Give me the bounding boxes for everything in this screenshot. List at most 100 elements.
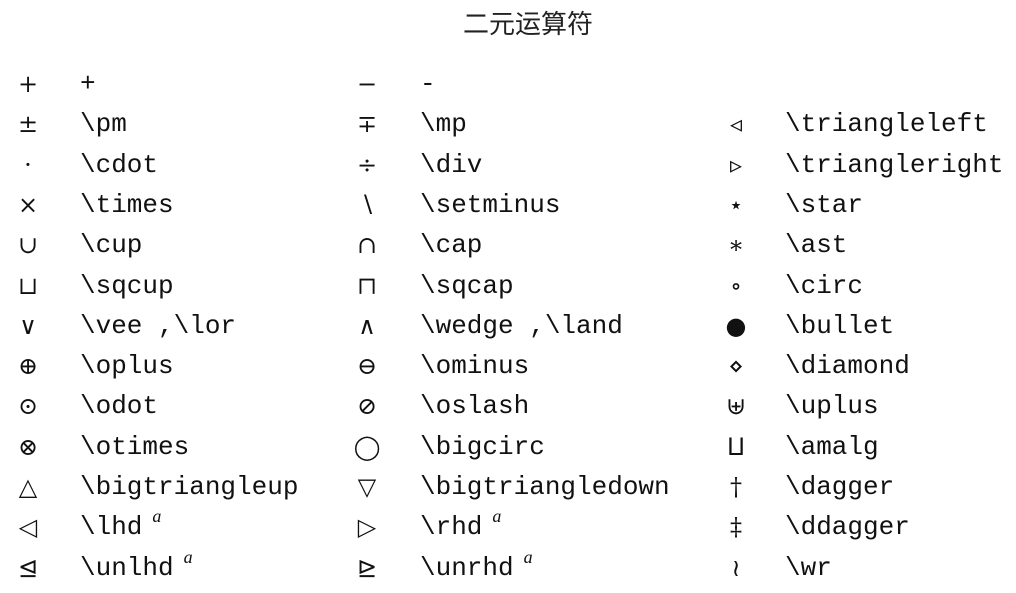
symbol-glyph: ⊖ — [356, 352, 378, 381]
symbol-glyph: ⊗ — [17, 432, 39, 461]
command-text: \div — [420, 149, 483, 180]
latex-command: \sqcap — [420, 266, 514, 306]
latex-command: \cup — [80, 225, 142, 265]
command-text: \vee ,\lor — [80, 310, 237, 341]
command-text: - — [420, 69, 436, 99]
latex-command: \ominus — [420, 346, 529, 386]
command-text: \wr — [785, 552, 832, 583]
command-text: \ast — [785, 230, 848, 261]
symbol-glyph: ⋄ — [728, 352, 744, 381]
command-text: \mp — [420, 109, 467, 140]
latex-command: \bigcirc — [420, 427, 545, 467]
latex-command: \ddagger — [785, 507, 910, 547]
command-text: \setminus — [420, 189, 561, 220]
command-text: \bigtriangledown — [420, 472, 670, 502]
table-row: · \cdot ÷ \div ▹ \triangleright — [0, 145, 1016, 185]
command-text: \pm — [80, 109, 127, 140]
latex-command: \oslash — [420, 386, 529, 426]
symbol-glyph: ∨ — [19, 311, 37, 340]
table-row: ∪ \cup ∩ \cap ∗ \ast — [0, 225, 1016, 265]
latex-command: \oplus — [80, 346, 174, 386]
command-text: \oslash — [420, 391, 530, 422]
symbol-glyph: ∓ — [356, 110, 378, 139]
command-text: \cap — [420, 230, 483, 261]
symbol-glyph: △ — [18, 473, 38, 501]
latex-command: \wr — [785, 548, 832, 588]
latex-command: \odot — [80, 386, 158, 426]
command-text: \otimes — [80, 431, 190, 462]
command-text: \cdot — [80, 149, 159, 180]
symbol-glyph: × — [17, 190, 39, 219]
command-text: \sqcap — [420, 270, 514, 301]
symbol-glyph: ◃ — [729, 110, 743, 139]
command-text: \circ — [785, 270, 864, 301]
table-row: ⊴ \unlhd a ⊵ \unrhd a ≀ \wr — [0, 546, 1016, 589]
symbol-glyph: ⋆ — [728, 190, 744, 219]
latex-command: \bullet — [785, 306, 894, 346]
symbol-glyph: + — [17, 70, 39, 98]
command-text: \ominus — [420, 351, 530, 382]
symbol-glyph: ⊙ — [17, 392, 39, 421]
latex-command: \mp — [420, 104, 467, 144]
symbol-glyph: † — [730, 473, 742, 501]
latex-command: \triangleright — [785, 145, 1003, 185]
table-row: ∨ \vee ,\lor ∧ \wedge ,\land ● \bullet — [0, 306, 1016, 346]
command-text: \odot — [80, 391, 159, 422]
symbol-glyph: ∖ — [359, 190, 375, 219]
symbol-glyph: ⨿ — [727, 432, 745, 461]
command-text: \diamond — [785, 351, 910, 382]
latex-command: \circ — [785, 266, 863, 306]
latex-command: \uplus — [785, 386, 879, 426]
command-text: \bullet — [785, 310, 895, 341]
command-text: \rhd — [420, 512, 483, 543]
latex-command: \bigtriangleup — [80, 467, 298, 507]
latex-command: \bigtriangledown — [420, 467, 670, 507]
symbol-glyph: ⊔ — [17, 271, 39, 300]
latex-command: \vee ,\lor — [80, 306, 236, 346]
command-text: \star — [785, 189, 864, 220]
latex-command: \lhd a — [80, 506, 162, 548]
latex-command: \sqcup — [80, 266, 174, 306]
command-text: \unlhd — [80, 552, 174, 583]
latex-command: - — [420, 64, 436, 104]
command-text: \wedge ,\land — [420, 310, 623, 341]
command-text: \times — [80, 189, 174, 220]
symbol-glyph: ◁ — [18, 513, 38, 542]
table-row: ⊔ \sqcup ⊓ \sqcap ∘ \circ — [0, 266, 1016, 306]
symbol-glyph: ÷ — [356, 150, 378, 179]
symbol-glyph: ⊘ — [356, 392, 378, 421]
symbol-glyph: ‡ — [730, 513, 742, 542]
latex-command: \amalg — [785, 427, 879, 467]
table-row: ◁ \lhd a ▷ \rhd a ‡ \ddagger — [0, 506, 1016, 548]
symbol-glyph: ⊕ — [17, 352, 39, 381]
latex-command: \div — [420, 145, 482, 185]
latex-command: \triangleleft — [785, 104, 988, 144]
symbol-glyph: ▹ — [729, 150, 743, 179]
symbol-glyph: ◯ — [353, 432, 381, 461]
command-text: \triangleright — [785, 149, 1004, 180]
footnote-mark: a — [492, 506, 502, 527]
symbol-glyph: ≀ — [731, 553, 741, 582]
symbol-glyph: ∘ — [730, 271, 742, 300]
symbol-glyph: · — [24, 150, 32, 179]
latex-command: \unrhd a — [420, 547, 533, 589]
page-title: 二元运算符 — [462, 10, 593, 40]
latex-command: \otimes — [80, 427, 189, 467]
command-text: \uplus — [785, 391, 879, 422]
latex-command: \star — [785, 185, 863, 225]
symbol-glyph: ∩ — [356, 231, 378, 260]
table-row: △ \bigtriangleup ▽ \bigtriangledown † \dagger — [0, 467, 1016, 507]
symbol-glyph: ⊓ — [356, 271, 378, 300]
command-text: + — [80, 69, 96, 99]
footnote-mark: a — [152, 506, 162, 527]
symbol-glyph: ⊵ — [356, 553, 378, 582]
symbol-glyph: ⊎ — [725, 392, 747, 421]
command-text: \oplus — [80, 351, 174, 382]
symbol-glyph: ∗ — [727, 231, 745, 260]
command-text: \dagger — [785, 472, 895, 502]
latex-command: \unlhd a — [80, 546, 193, 589]
table-row: + + − - — [0, 64, 1016, 104]
symbol-glyph: ▷ — [357, 513, 377, 542]
command-text: \amalg — [785, 431, 879, 462]
footnote-mark: a — [183, 546, 193, 567]
